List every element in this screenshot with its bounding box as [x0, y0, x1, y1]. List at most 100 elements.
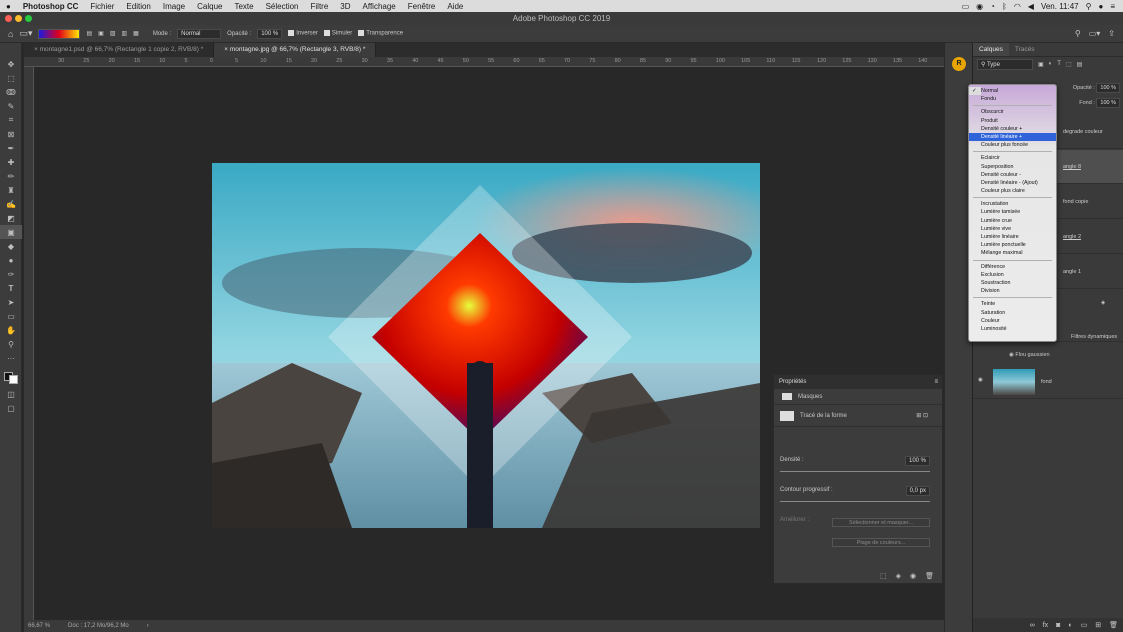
document-image[interactable] — [212, 163, 760, 528]
blend-mode-item[interactable]: Couleur — [969, 317, 1056, 325]
bluetooth-icon[interactable]: ᛒ — [1002, 2, 1007, 11]
mode-select[interactable]: Normal — [177, 28, 222, 39]
apple-icon[interactable]: ● — [0, 2, 17, 11]
vector-mask-icon[interactable] — [780, 410, 794, 421]
blend-mode-item[interactable]: Densité couleur + — [969, 125, 1056, 133]
stamp-tool-icon[interactable]: ♜ — [0, 183, 22, 197]
transparency-checkbox[interactable]: Transparence — [358, 30, 403, 37]
select-and-mask-button[interactable]: Sélectionner et masquer... — [832, 518, 930, 527]
clock[interactable]: Ven. 11:47 — [1041, 2, 1079, 11]
blend-mode-item[interactable]: Luminosité — [969, 325, 1056, 333]
layer-fill-input[interactable]: 100 % — [1096, 98, 1120, 108]
opacity-input[interactable]: 100 % — [257, 28, 283, 39]
blend-mode-item[interactable]: Couleur plus foncée — [969, 141, 1056, 149]
zoom-level[interactable]: 66,67 % — [28, 623, 50, 629]
minimize-button[interactable] — [15, 15, 22, 22]
feather-slider[interactable] — [780, 501, 930, 502]
trash-icon[interactable]: 🗑 — [925, 572, 934, 580]
app-menu[interactable]: Photoshop CC — [17, 2, 85, 11]
density-value[interactable]: 100 % — [904, 456, 930, 466]
blend-mode-item[interactable]: Produit — [969, 117, 1056, 125]
trash-icon[interactable]: 🗑 — [1109, 621, 1118, 629]
blend-mode-item[interactable]: Lumière crue — [969, 217, 1056, 225]
density-slider[interactable] — [780, 471, 930, 472]
move-tool-icon[interactable]: ✥ — [0, 57, 22, 71]
quick-select-tool-icon[interactable]: ✎ — [0, 99, 22, 113]
menu-selection[interactable]: Sélection — [260, 2, 305, 11]
blend-mode-item[interactable]: Teinte — [969, 300, 1056, 308]
shape-tool-icon[interactable]: ▭ — [0, 309, 22, 323]
blend-mode-item[interactable]: Eclaircir — [969, 154, 1056, 162]
blend-mode-item[interactable]: Exclusion — [969, 271, 1056, 279]
filter-smart-icon[interactable]: ▤ — [1077, 61, 1083, 68]
menu-3d[interactable]: 3D — [334, 2, 356, 11]
blend-mode-item[interactable]: Densité couleur - — [969, 171, 1056, 179]
gradient-radial-icon[interactable]: ▣ — [98, 30, 104, 37]
panel-menu-icon[interactable]: ≡ — [934, 375, 938, 389]
history-brush-icon[interactable]: ✍ — [0, 197, 22, 211]
tab-calques[interactable]: Calques — [973, 43, 1009, 56]
marquee-tool-icon[interactable]: ⬚ — [0, 71, 22, 85]
close-button[interactable] — [5, 15, 12, 22]
screen-mode-icon[interactable]: ▢ — [0, 401, 22, 415]
menu-fenetre[interactable]: Fenêtre — [402, 2, 442, 11]
filter-row[interactable]: ◉ Flou gaussien — [1009, 352, 1050, 358]
screen-icon[interactable]: ▭ — [962, 2, 970, 11]
user-icon[interactable]: ● — [1098, 2, 1103, 11]
fx-icon[interactable]: fx — [1043, 622, 1048, 629]
blend-mode-item[interactable]: Couleur plus claire — [969, 187, 1056, 195]
eyedropper-tool-icon[interactable]: ✒ — [0, 141, 22, 155]
eye-icon[interactable]: ◉ — [978, 377, 983, 383]
blend-mode-item[interactable]: Obscurcir — [969, 108, 1056, 116]
blend-mode-item[interactable]: Incrustation — [969, 200, 1056, 208]
zoom-button[interactable] — [25, 15, 32, 22]
brush-tool-icon[interactable]: ✏ — [0, 169, 22, 183]
search-icon[interactable]: ⚲ — [1075, 29, 1081, 38]
mask-icon[interactable]: ◙ — [1056, 622, 1060, 629]
menu-calque[interactable]: Calque — [191, 2, 228, 11]
layer-opacity-input[interactable]: 100 % — [1096, 83, 1120, 93]
filter-image-icon[interactable]: ▣ — [1038, 61, 1044, 68]
apply-mask-icon[interactable]: ◈ — [896, 572, 901, 580]
pen-tool-icon[interactable]: ✑ — [0, 267, 22, 281]
menu-aide[interactable]: Aide — [441, 2, 469, 11]
zoom-tool-icon[interactable]: ⚲ — [0, 337, 22, 351]
simulate-checkbox[interactable]: Simuler — [323, 30, 352, 37]
menu-texte[interactable]: Texte — [228, 2, 259, 11]
tab-traces[interactable]: Tracés — [1009, 43, 1041, 56]
frame-tool-icon[interactable]: ⊠ — [0, 127, 22, 141]
menu-fichier[interactable]: Fichier — [84, 2, 120, 11]
blend-mode-item[interactable]: Densité linéaire - (Ajout) — [969, 179, 1056, 187]
blend-mode-item[interactable]: Saturation — [969, 309, 1056, 317]
blend-mode-item[interactable]: Lumière linéaire — [969, 233, 1056, 241]
chevron-right-icon[interactable]: › — [147, 623, 149, 629]
tab-montagne1[interactable]: × montagne1.psd @ 66,7% (Rectangle 1 cop… — [24, 43, 215, 57]
layer-filter-select[interactable]: ⚲ Type — [977, 58, 1033, 70]
gradient-angle-icon[interactable]: ▧ — [110, 30, 116, 37]
blend-mode-item[interactable]: Division — [969, 287, 1056, 295]
eraser-tool-icon[interactable]: ◩ — [0, 211, 22, 225]
color-swatches-icon[interactable] — [0, 365, 22, 387]
blend-mode-item[interactable]: Lumière vive — [969, 225, 1056, 233]
blend-mode-item[interactable]: Différence — [969, 263, 1056, 271]
color-range-button[interactable]: Plage de couleurs... — [832, 538, 930, 547]
quick-mask-icon[interactable]: ◫ — [0, 387, 22, 401]
dodge-tool-icon[interactable]: ● — [0, 253, 22, 267]
gradient-linear-icon[interactable]: ▤ — [86, 30, 92, 37]
link-icon[interactable]: ∞ — [1030, 622, 1035, 629]
blur-tool-icon[interactable]: ◆ — [0, 239, 22, 253]
gradient-picker[interactable] — [38, 28, 81, 39]
menu-edition[interactable]: Edition — [120, 2, 156, 11]
hand-tool-icon[interactable]: ✋ — [0, 323, 22, 337]
filter-type-icon[interactable]: T — [1057, 61, 1061, 67]
blend-mode-item[interactable]: Mélange maximal — [969, 249, 1056, 257]
menu-image[interactable]: Image — [157, 2, 191, 11]
doc-size[interactable]: Doc : 17,2 Mo/96,2 Mo — [68, 623, 129, 629]
blend-mode-item[interactable]: Lumière ponctuelle — [969, 241, 1056, 249]
gradient-reflected-icon[interactable]: ▥ — [121, 30, 127, 37]
type-tool-icon[interactable]: T — [0, 281, 22, 295]
cc-icon[interactable]: ◉ — [976, 2, 983, 11]
crop-tool-icon[interactable]: ⌗ — [0, 113, 22, 127]
gradient-tool-icon[interactable]: ▣ — [0, 225, 22, 239]
menu-list-icon[interactable]: ≡ — [1110, 2, 1115, 11]
